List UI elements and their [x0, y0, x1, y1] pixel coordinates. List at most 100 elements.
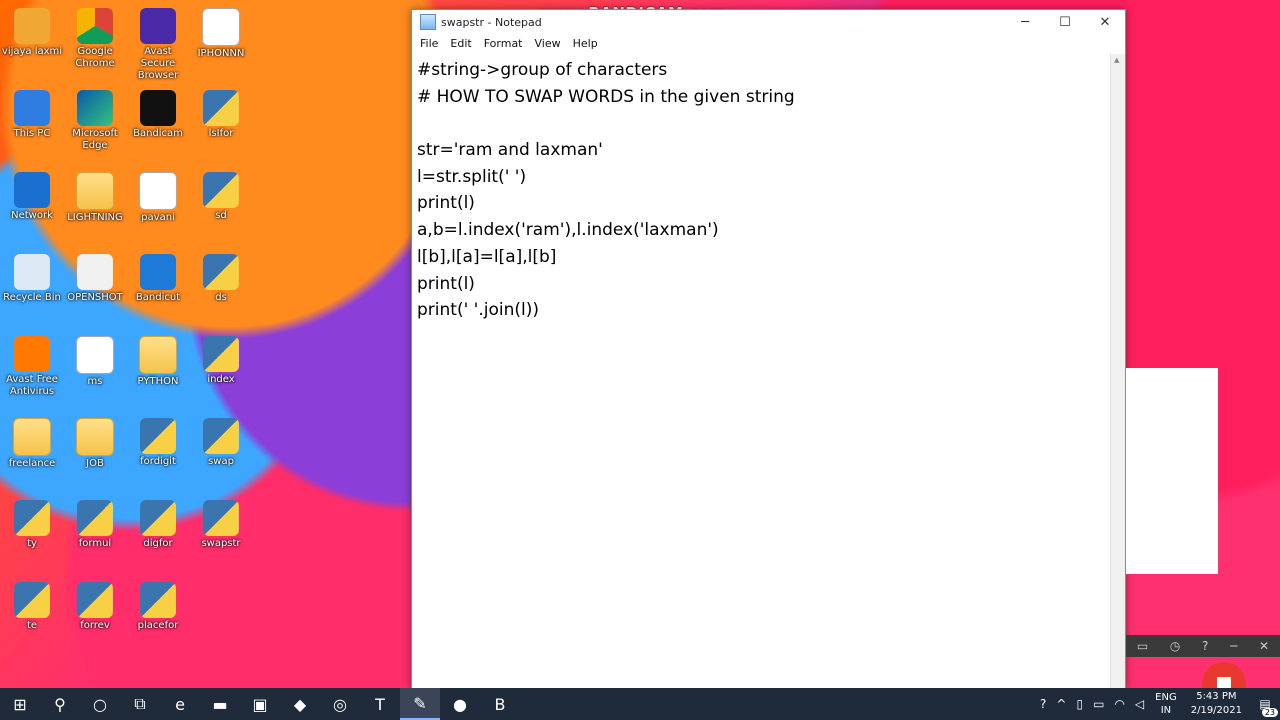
title-bar[interactable]: swapstr - Notepad ─ ☐ ✕: [412, 10, 1125, 34]
desktop-icon[interactable]: pavani: [126, 172, 190, 224]
volume-icon[interactable]: ◁: [1130, 697, 1149, 711]
desktop-icon[interactable]: Avast Free Antivirus: [0, 336, 64, 398]
desktop-icon-label: Bandicut: [135, 292, 181, 303]
desktop-icon[interactable]: sd: [189, 172, 253, 222]
help-icon[interactable]: ?: [1202, 639, 1208, 653]
task-view-button[interactable]: ⧉: [120, 688, 160, 720]
computer-icon: [14, 90, 50, 126]
chrome-icon: [77, 8, 113, 44]
folder-icon[interactable]: ▭: [1137, 639, 1148, 653]
desktop-icon[interactable]: vijaya laxmi: [0, 8, 64, 58]
minimize-icon[interactable]: ─: [1230, 639, 1237, 653]
folder-icon: [139, 336, 177, 374]
text-editor[interactable]: #string->group of characters # HOW TO SWA…: [412, 54, 1111, 689]
desktop-icon[interactable]: Avast Secure Browser: [126, 8, 190, 82]
store-button[interactable]: ▣: [240, 688, 280, 720]
desktop-icon[interactable]: lsIfor: [189, 90, 253, 140]
desktop-icon-label: vijaya laxmi: [1, 46, 63, 57]
desktop-icon-label: IPHONNN: [197, 48, 245, 59]
desktop-icon[interactable]: ds: [189, 254, 253, 304]
desktop-icon[interactable]: ty: [0, 500, 64, 550]
menu-help[interactable]: Help: [567, 37, 604, 50]
python-file-icon: [203, 90, 239, 126]
desktop-icon[interactable]: Bandicam: [126, 90, 190, 140]
help-icon[interactable]: ?: [1035, 697, 1051, 711]
desktop-icon[interactable]: This PC: [0, 90, 64, 140]
code-line: a,b=l.index('ram'),l.index('laxman'): [417, 220, 719, 241]
cortana-button[interactable]: ○: [80, 688, 120, 720]
desktop-icon[interactable]: freelance: [0, 418, 64, 470]
desktop-icon-label: Recycle Bin: [3, 292, 61, 303]
chevron-up-icon[interactable]: ^: [1051, 697, 1071, 711]
close-button[interactable]: ✕: [1085, 15, 1125, 30]
usb-icon[interactable]: ▯: [1071, 697, 1088, 711]
desktop-icon[interactable]: Bandicut: [126, 254, 190, 304]
desktop-icon[interactable]: Google Chrome: [63, 8, 127, 70]
desktop-icon[interactable]: formul: [63, 500, 127, 550]
chrome-taskbar-button[interactable]: ◎: [320, 688, 360, 720]
desktop-icon-label: swap: [208, 456, 234, 467]
search-button[interactable]: ⚲: [40, 688, 80, 720]
desktop-icon[interactable]: LIGHTNING: [63, 172, 127, 224]
timer-icon[interactable]: ◷: [1170, 639, 1180, 653]
desktop-icon[interactable]: ms: [63, 336, 127, 388]
desktop-icon[interactable]: placefor: [126, 582, 190, 632]
vertical-scrollbar[interactable]: [1110, 54, 1125, 689]
edge-taskbar-button[interactable]: e: [160, 688, 200, 720]
menu-edit[interactable]: Edit: [444, 37, 477, 50]
teams-button[interactable]: T: [360, 688, 400, 720]
bandicam-taskbar-button[interactable]: ●: [440, 688, 480, 720]
python-file-icon: [77, 582, 113, 618]
desktop-icon-label: OPENSHOT: [67, 292, 123, 303]
desktop-icon[interactable]: OPENSHOT: [63, 254, 127, 304]
desktop-icon[interactable]: swap: [189, 418, 253, 468]
maximize-button[interactable]: ☐: [1045, 15, 1085, 30]
desktop-icon[interactable]: swapstr: [189, 500, 253, 550]
desktop-icon[interactable]: PYTHON: [126, 336, 190, 388]
avast-browser-taskbar-button[interactable]: ◆: [280, 688, 320, 720]
desktop-icon[interactable]: Microsoft Edge: [63, 90, 127, 152]
desktop-icon-label: lsIfor: [208, 128, 234, 139]
menu-bar: File Edit Format View Help: [412, 34, 1125, 52]
code-line: l[b],l[a]=l[a],l[b]: [417, 246, 557, 267]
folder-icon: [76, 172, 114, 210]
desktop-icon-label: te: [26, 620, 38, 631]
desktop-icon[interactable]: index: [189, 336, 253, 386]
python-file-icon: [203, 418, 239, 454]
battery-icon[interactable]: ▭: [1088, 697, 1109, 711]
blank-window-fragment: [1126, 368, 1218, 574]
desktop-icon-label: ty: [27, 538, 37, 549]
taskbar: ⊞ ⚲ ○ ⧉ e ▬ ▣ ◆ ◎ T ✎ ● B ? ^ ▯ ▭ ◠ ◁ ENG IN 5:43 PM…: [0, 688, 1280, 720]
close-icon[interactable]: ✕: [1259, 639, 1269, 653]
desktop: vijaya laxmi Google Chrome Avast Secure Br…: [0, 0, 410, 688]
minimize-button[interactable]: ─: [1005, 15, 1045, 30]
desktop-icon-label: formul: [78, 538, 112, 549]
openshot-icon: [77, 254, 113, 290]
bandicut-taskbar-button[interactable]: B: [480, 688, 520, 720]
desktop-icon[interactable]: te: [0, 582, 64, 632]
desktop-icon[interactable]: fordigit: [126, 418, 190, 468]
desktop-icon[interactable]: JOB: [63, 418, 127, 470]
desktop-icon-label: PYTHON: [137, 376, 179, 387]
notepad-icon: [420, 14, 436, 30]
python-file-icon: [203, 336, 239, 372]
wifi-icon[interactable]: ◠: [1109, 697, 1129, 711]
python-file-icon: [14, 500, 50, 536]
desktop-icon[interactable]: digfor: [126, 500, 190, 550]
menu-file[interactable]: File: [414, 37, 444, 50]
start-button[interactable]: ⊞: [0, 688, 40, 720]
desktop-icon[interactable]: forrev: [63, 582, 127, 632]
notification-button[interactable]: ▤ 23: [1250, 697, 1280, 717]
language-indicator[interactable]: ENG IN: [1149, 691, 1183, 717]
clock[interactable]: 5:43 PM 2/19/2021: [1183, 690, 1250, 718]
file-explorer-button[interactable]: ▬: [200, 688, 240, 720]
menu-view[interactable]: View: [529, 37, 567, 50]
python-file-icon: [140, 418, 176, 454]
notepad-taskbar-button[interactable]: ✎: [400, 688, 440, 720]
document-icon: [76, 336, 114, 374]
menu-format[interactable]: Format: [478, 37, 529, 50]
desktop-icon[interactable]: Recycle Bin: [0, 254, 64, 304]
desktop-icon[interactable]: IPHONNN: [189, 8, 253, 60]
desktop-icon[interactable]: Network: [0, 172, 64, 222]
